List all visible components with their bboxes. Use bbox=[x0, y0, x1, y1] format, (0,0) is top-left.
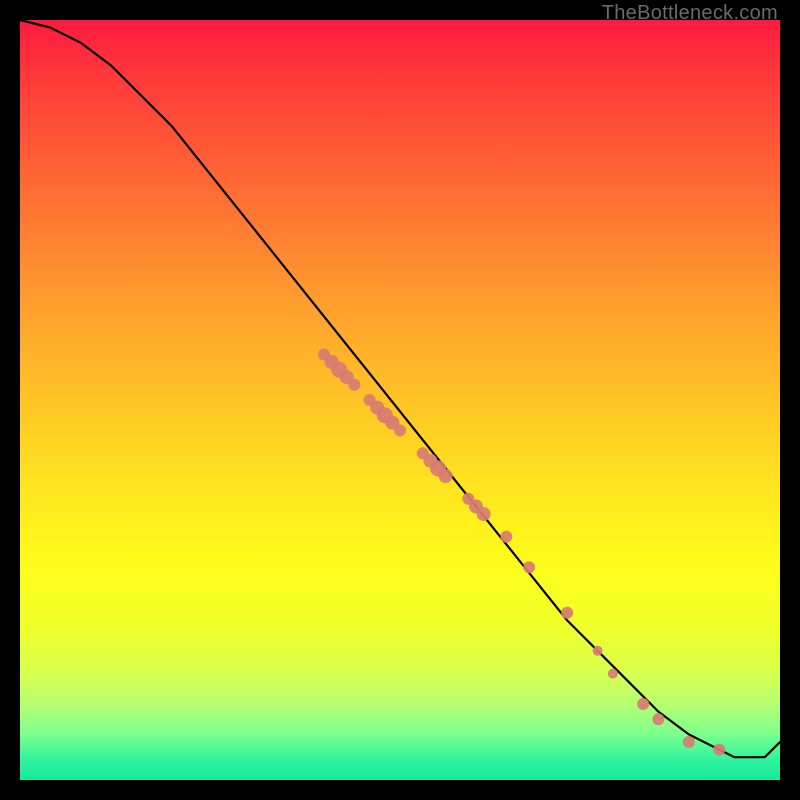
data-point bbox=[439, 469, 453, 483]
bottleneck-curve bbox=[20, 20, 780, 757]
data-points-group bbox=[318, 348, 725, 755]
plot-area bbox=[20, 20, 780, 780]
data-point bbox=[500, 531, 512, 543]
data-point bbox=[637, 698, 649, 710]
data-point bbox=[652, 713, 664, 725]
data-point bbox=[477, 507, 491, 521]
data-point bbox=[608, 669, 618, 679]
data-point bbox=[348, 379, 360, 391]
data-point bbox=[561, 607, 573, 619]
data-point bbox=[394, 424, 406, 436]
data-point bbox=[683, 736, 695, 748]
data-point bbox=[523, 561, 535, 573]
data-point bbox=[593, 646, 603, 656]
data-point bbox=[713, 744, 725, 756]
chart-frame: TheBottleneck.com bbox=[0, 0, 800, 800]
curve-layer bbox=[20, 20, 780, 780]
